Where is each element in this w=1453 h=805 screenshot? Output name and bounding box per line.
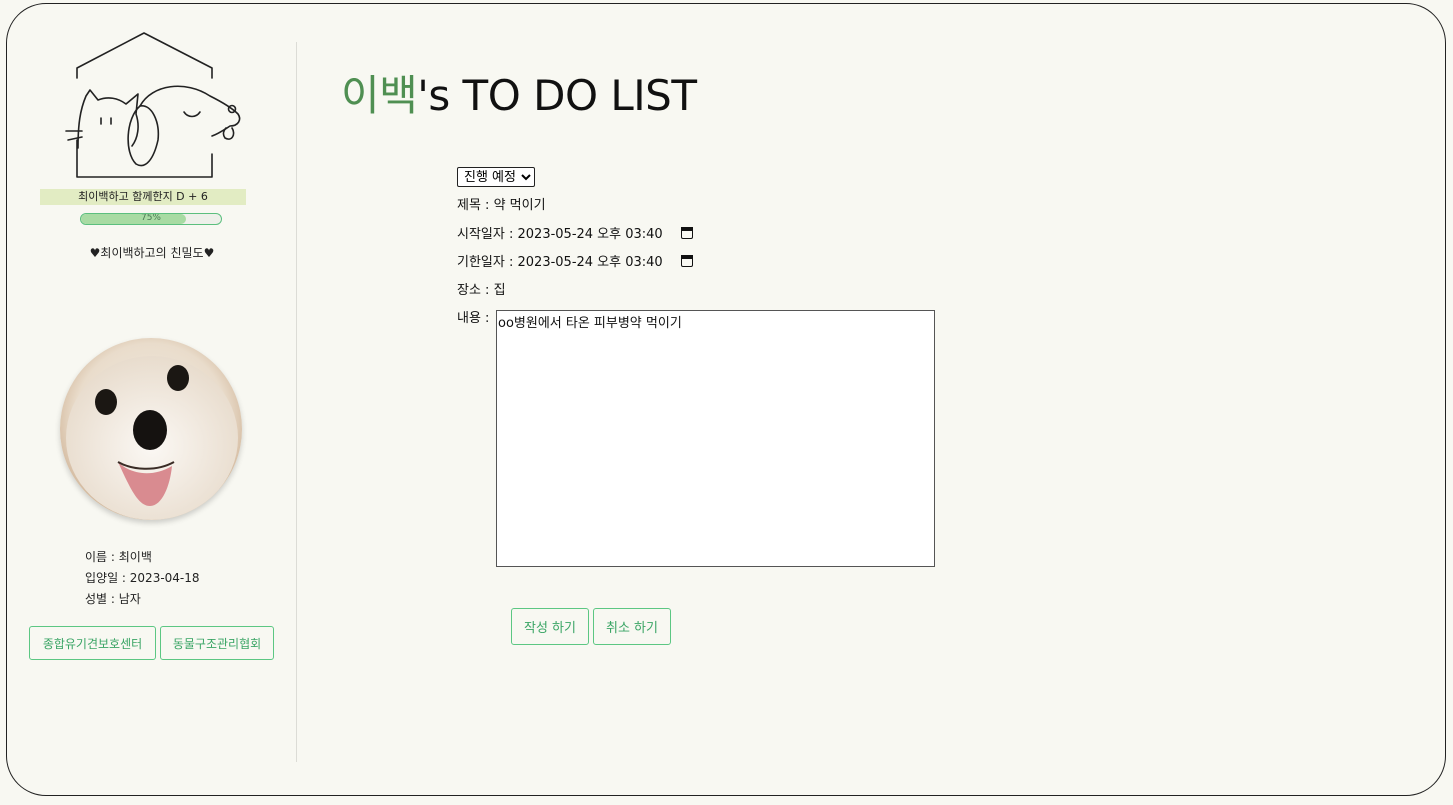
cancel-button[interactable]: 취소 하기	[593, 608, 671, 645]
subject-row: 제목 : 약 먹이기	[457, 198, 546, 213]
pet-info: 이름 : 최이백 입양일 : 2023-04-18 성별 : 남자	[85, 547, 200, 610]
title-pet-name: 이백	[341, 71, 418, 120]
start-date-input[interactable]: 2023-05-24 오후 03:40	[518, 226, 718, 244]
end-date-row: 기한일자 : 2023-05-24 오후 03:40	[457, 254, 718, 272]
start-date-row: 시작일자 : 2023-05-24 오후 03:40	[457, 226, 718, 244]
animal-rescue-button[interactable]: 동물구조관리협회	[160, 626, 274, 660]
calendar-icon[interactable]	[680, 255, 693, 267]
title-suffix: 's TO DO LIST	[417, 71, 697, 120]
app-frame: 최이백하고 함께한지 D + 6 75% ♥최이백하고의 친밀도♥ 이름: 최…	[6, 3, 1446, 796]
calendar-icon[interactable]	[680, 227, 693, 239]
content-label: 내용 :	[457, 311, 490, 326]
start-date-value: 2023-05-24 오후 03:40	[517, 227, 663, 242]
pet-adopt-date: 입양일 : 2023-04-18	[85, 571, 200, 585]
sidebar-divider	[296, 42, 297, 762]
shelter-center-button[interactable]: 종합유기견보호센터	[29, 626, 156, 660]
start-date-label: 시작일자 :	[457, 227, 518, 242]
place-row: 장소 : 집	[457, 283, 506, 298]
pet-gender: 성별 : 남자	[85, 592, 141, 606]
pet-name: 이름 : 최이백	[85, 550, 152, 564]
status-select[interactable]: 진행 예정	[457, 167, 535, 187]
intimacy-progress-bar: 75%	[80, 213, 222, 225]
end-date-input[interactable]: 2023-05-24 오후 03:40	[518, 254, 718, 272]
intimacy-label: ♥최이백하고의 친밀도♥	[89, 246, 215, 260]
end-date-label: 기한일자 :	[457, 255, 518, 270]
house-cat-dog-logo-icon	[65, 32, 241, 178]
progress-label: 75%	[140, 213, 161, 223]
dog-photo	[60, 338, 242, 520]
end-date-value: 2023-05-24 오후 03:40	[517, 255, 663, 270]
content-textarea[interactable]: oo병원에서 타온 피부병약 먹이기	[496, 310, 935, 567]
sidebar: 최이백하고 함께한지 D + 6 75% ♥최이백하고의 친밀도♥ 이름: 최…	[7, 4, 297, 795]
dday-label: 최이백하고 함께한지 D + 6	[40, 189, 246, 205]
page-title: 이백's TO DO LIST	[341, 62, 697, 123]
write-button[interactable]: 작성 하기	[511, 608, 589, 645]
